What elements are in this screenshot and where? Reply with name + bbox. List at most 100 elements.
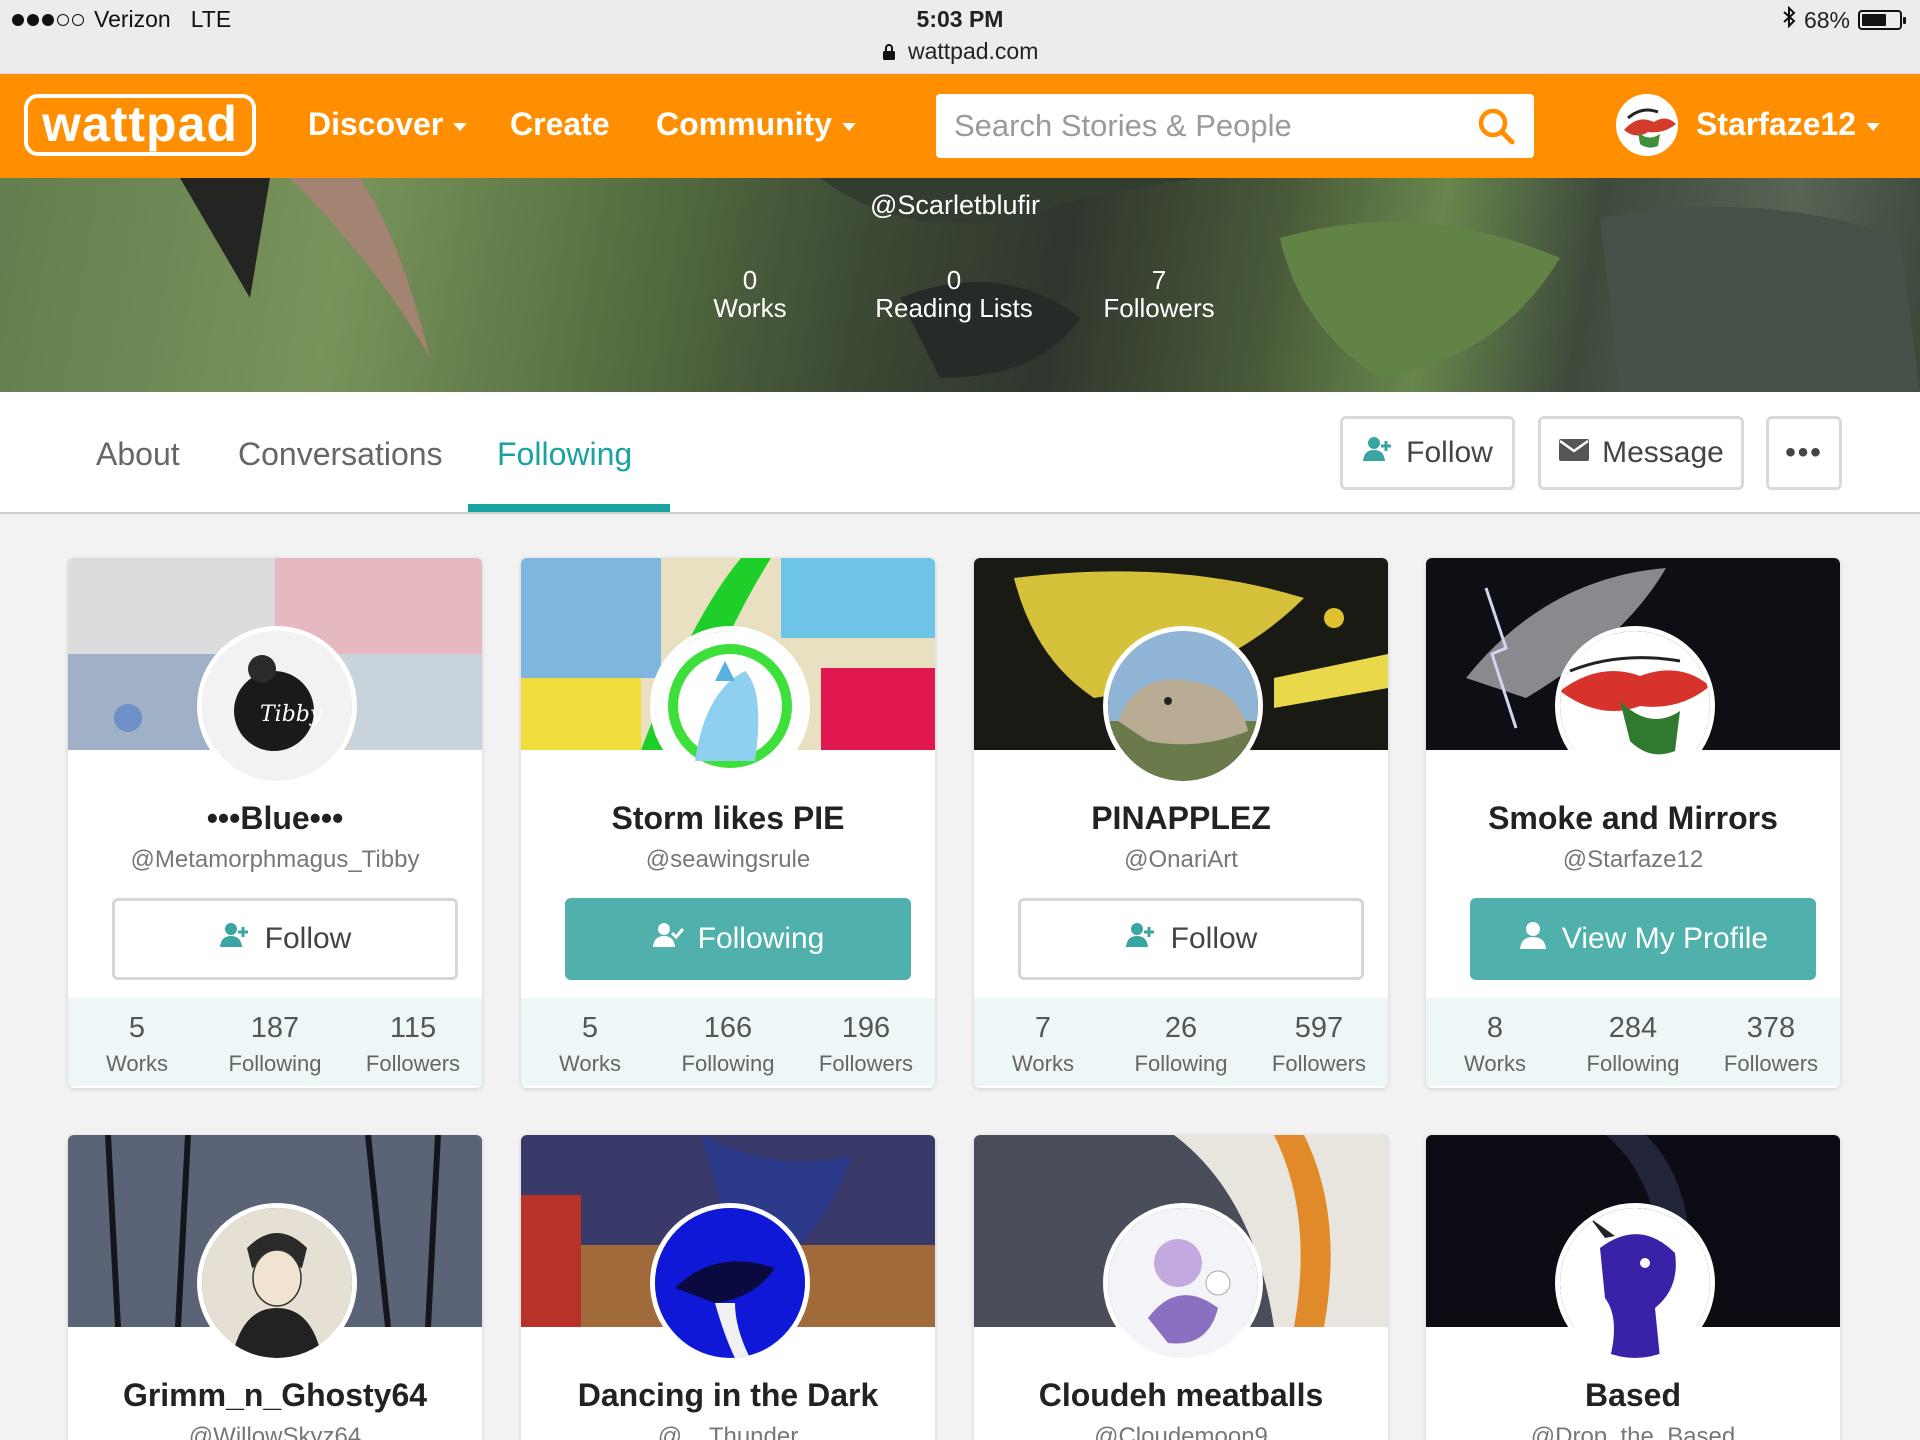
message-button-label: Message <box>1602 436 1724 469</box>
nav-create-label: Create <box>510 106 610 142</box>
card-stat-following[interactable]: 166 Following <box>659 998 797 1086</box>
profile-stat-works[interactable]: 0 Works <box>700 266 800 322</box>
card-stat-followers[interactable]: 196 Followers <box>797 998 935 1086</box>
stat-label: Reading Lists <box>875 293 1033 323</box>
user-card: Storm likes PIE @seawingsrule Following … <box>521 558 935 1088</box>
nav-community[interactable]: Community <box>656 106 856 143</box>
stat-label: Works <box>559 1051 621 1076</box>
user-card: PINAPPLEZ @OnariArt Follow 7 Works 26 Foll… <box>974 558 1388 1088</box>
stat-label: Followers <box>818 1051 914 1076</box>
envelope-icon <box>1558 436 1590 470</box>
stat-label: Following <box>681 1051 775 1076</box>
card-stat-followers[interactable]: 597 Followers <box>1250 998 1388 1086</box>
stat-value: 0 <box>742 265 758 295</box>
stat-label: Following <box>1134 1051 1228 1076</box>
card-user-name[interactable]: Storm likes PIE <box>521 800 935 837</box>
view-my-profile-button[interactable]: View My Profile <box>1470 898 1816 980</box>
card-button-label: Follow <box>1170 922 1258 955</box>
card-user-name[interactable]: •••Blue••• <box>68 800 482 837</box>
card-user-handle: @Metamorphmagus_Tibby <box>130 846 420 873</box>
card-avatar[interactable] <box>197 1203 357 1363</box>
card-user-handle: @Drop_the_Based <box>1530 1423 1736 1440</box>
stat-value: 597 <box>1294 1012 1344 1044</box>
svg-text:Tibby: Tibby <box>260 702 323 727</box>
username-label: Starfaze12 <box>1696 106 1857 142</box>
user-menu[interactable]: Starfaze12 <box>1696 106 1881 143</box>
tab-conversations[interactable]: Conversations <box>238 436 443 473</box>
card-user-name[interactable]: Smoke and Mirrors <box>1426 800 1840 837</box>
profile-tabs-bar: About Conversations Following Follow Mes… <box>0 392 1920 514</box>
card-user-handle: @seawingsrule <box>645 846 811 873</box>
stat-label: Following <box>228 1051 322 1076</box>
stat-value: 7 <box>1151 265 1167 295</box>
card-avatar[interactable]: Tibby <box>197 626 357 786</box>
card-stat-followers[interactable]: 378 Followers <box>1702 998 1840 1086</box>
card-stat-works[interactable]: 7 Works <box>974 998 1112 1086</box>
card-user-handle: @__Thunder <box>657 1423 799 1440</box>
user-card: Based @Drop_the_Based <box>1426 1135 1840 1440</box>
card-stats: 5 Works 166 Following 196 Followers <box>521 998 935 1086</box>
stat-value: 8 <box>1486 1012 1504 1044</box>
card-avatar[interactable] <box>650 1203 810 1363</box>
card-button-label: Follow <box>264 922 352 955</box>
card-avatar[interactable] <box>1555 626 1715 786</box>
card-avatar[interactable] <box>1103 1203 1263 1363</box>
profile-stat-followers[interactable]: 7 Followers <box>1094 266 1224 322</box>
tab-following[interactable]: Following <box>497 436 632 473</box>
card-stat-following[interactable]: 187 Following <box>206 998 344 1086</box>
user-avatar[interactable] <box>1616 94 1678 156</box>
search-input[interactable] <box>954 94 1454 158</box>
more-options-button[interactable]: ••• <box>1766 416 1842 490</box>
battery-percent: 68% <box>1803 6 1850 33</box>
card-button-label: View My Profile <box>1561 922 1769 955</box>
add-user-icon <box>1362 435 1394 471</box>
chevron-down-icon <box>453 122 468 131</box>
bluetooth-icon <box>1782 5 1796 34</box>
stat-value: 187 <box>250 1012 300 1044</box>
profile-banner: @Scarletblufir 0 Works 0 Reading Lists 7… <box>0 178 1920 392</box>
profile-stat-reading-lists[interactable]: 0 Reading Lists <box>864 266 1044 322</box>
card-avatar[interactable] <box>1103 626 1263 786</box>
card-follow-button[interactable]: Follow <box>112 898 458 980</box>
stat-value: 5 <box>128 1012 146 1044</box>
user-icon <box>1518 920 1548 958</box>
search-icon[interactable] <box>1476 106 1516 146</box>
stat-label: Followers <box>365 1051 461 1076</box>
follow-button[interactable]: Follow <box>1340 416 1515 490</box>
nav-discover[interactable]: Discover <box>308 106 468 143</box>
card-stat-works[interactable]: 5 Works <box>521 998 659 1086</box>
card-user-name[interactable]: PINAPPLEZ <box>974 800 1388 837</box>
search-box <box>936 94 1534 158</box>
card-user-name[interactable]: Based <box>1426 1377 1840 1414</box>
card-stat-works[interactable]: 8 Works <box>1426 998 1564 1086</box>
card-stats: 8 Works 284 Following 378 Followers <box>1426 998 1840 1086</box>
card-user-name[interactable]: Cloudeh meatballs <box>974 1377 1388 1414</box>
wattpad-logo[interactable]: wattpad <box>24 94 256 156</box>
battery-icon <box>1858 10 1906 30</box>
stat-value: 5 <box>581 1012 599 1044</box>
address-bar[interactable]: wattpad.com <box>0 38 1920 65</box>
card-stat-works[interactable]: 5 Works <box>68 998 206 1086</box>
card-user-name[interactable]: Grimm_n_Ghosty64 <box>68 1377 482 1414</box>
card-avatar[interactable] <box>650 626 810 786</box>
user-card: Cloudeh meatballs @Cloudemoon9 <box>974 1135 1388 1440</box>
card-stat-following[interactable]: 26 Following <box>1112 998 1250 1086</box>
nav-community-label: Community <box>656 106 832 142</box>
add-user-icon <box>1125 921 1157 957</box>
card-stat-following[interactable]: 284 Following <box>1564 998 1702 1086</box>
nav-discover-label: Discover <box>308 106 444 142</box>
message-button[interactable]: Message <box>1538 416 1744 490</box>
card-user-name[interactable]: Dancing in the Dark <box>521 1377 935 1414</box>
card-stat-followers[interactable]: 115 Followers <box>344 998 482 1086</box>
tab-about[interactable]: About <box>96 436 180 473</box>
nav-create[interactable]: Create <box>510 106 610 143</box>
lock-icon <box>882 38 908 64</box>
card-following-button[interactable]: Following <box>565 898 911 980</box>
card-button-label: Following <box>697 922 825 955</box>
stat-value: 7 <box>1034 1012 1052 1044</box>
card-user-handle: @Cloudemoon9 <box>1094 1423 1268 1440</box>
stat-label: Works <box>106 1051 168 1076</box>
card-follow-button[interactable]: Follow <box>1018 898 1364 980</box>
card-stats: 5 Works 187 Following 115 Followers <box>68 998 482 1086</box>
card-avatar[interactable] <box>1555 1203 1715 1363</box>
